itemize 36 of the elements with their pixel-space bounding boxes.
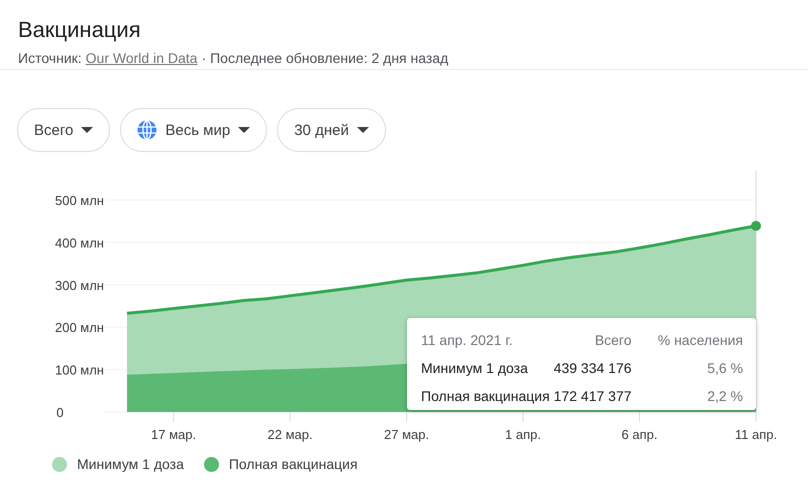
percent-value: 2,2 % xyxy=(706,387,743,406)
x-axis-label: 22 мар. xyxy=(268,427,313,442)
x-axis-label: 6 апр. xyxy=(622,427,658,442)
filter-dropdown[interactable]: Весь мир xyxy=(120,108,268,152)
caret-icon xyxy=(81,127,94,133)
column-header: % населения xyxy=(656,331,743,350)
series-name: Минимум 1 доза xyxy=(421,359,529,378)
x-axis-label: 11 апр. xyxy=(734,427,778,442)
page-title: Вакцинация xyxy=(18,16,142,44)
column-header: Всего xyxy=(594,331,632,350)
filter-dropdown[interactable]: 30 дней xyxy=(277,108,386,152)
legend-label: Минимум 1 доза xyxy=(77,456,184,472)
x-axis-label: 17 мар. xyxy=(151,427,196,442)
total-value: 172 417 377 xyxy=(552,387,632,406)
y-axis-label: 500 млн xyxy=(54,193,104,208)
source-label: Источник: xyxy=(18,50,82,66)
y-axis-label: 100 млн xyxy=(54,362,104,378)
caret-icon xyxy=(356,127,369,133)
percent-value: 5,6 % xyxy=(706,359,743,378)
tooltip-date: 11 апр. 2021 г. xyxy=(421,331,514,350)
globe-icon xyxy=(137,120,158,140)
source-link[interactable]: Our World in Data xyxy=(86,50,198,66)
y-axis-label: 400 млн xyxy=(54,235,104,250)
x-axis-label: 1 апр. xyxy=(505,427,542,442)
y-axis-label: 0 xyxy=(56,405,64,420)
y-axis-label: 300 млн xyxy=(54,278,104,293)
legend-label: Полная вакцинация xyxy=(228,456,358,472)
caret-icon xyxy=(238,127,250,133)
update-info: Последнее обновление: 2 дня назад xyxy=(210,50,448,66)
series-name: Полная вакцинация xyxy=(421,387,550,406)
x-axis-label: 27 мар. xyxy=(384,427,430,442)
data-point xyxy=(751,220,761,231)
y-axis-label: 200 млн xyxy=(54,320,104,336)
filter-dropdown[interactable]: Всего xyxy=(17,108,110,152)
total-value: 439 334 176 xyxy=(552,359,632,378)
separator-dot: · xyxy=(201,50,206,66)
